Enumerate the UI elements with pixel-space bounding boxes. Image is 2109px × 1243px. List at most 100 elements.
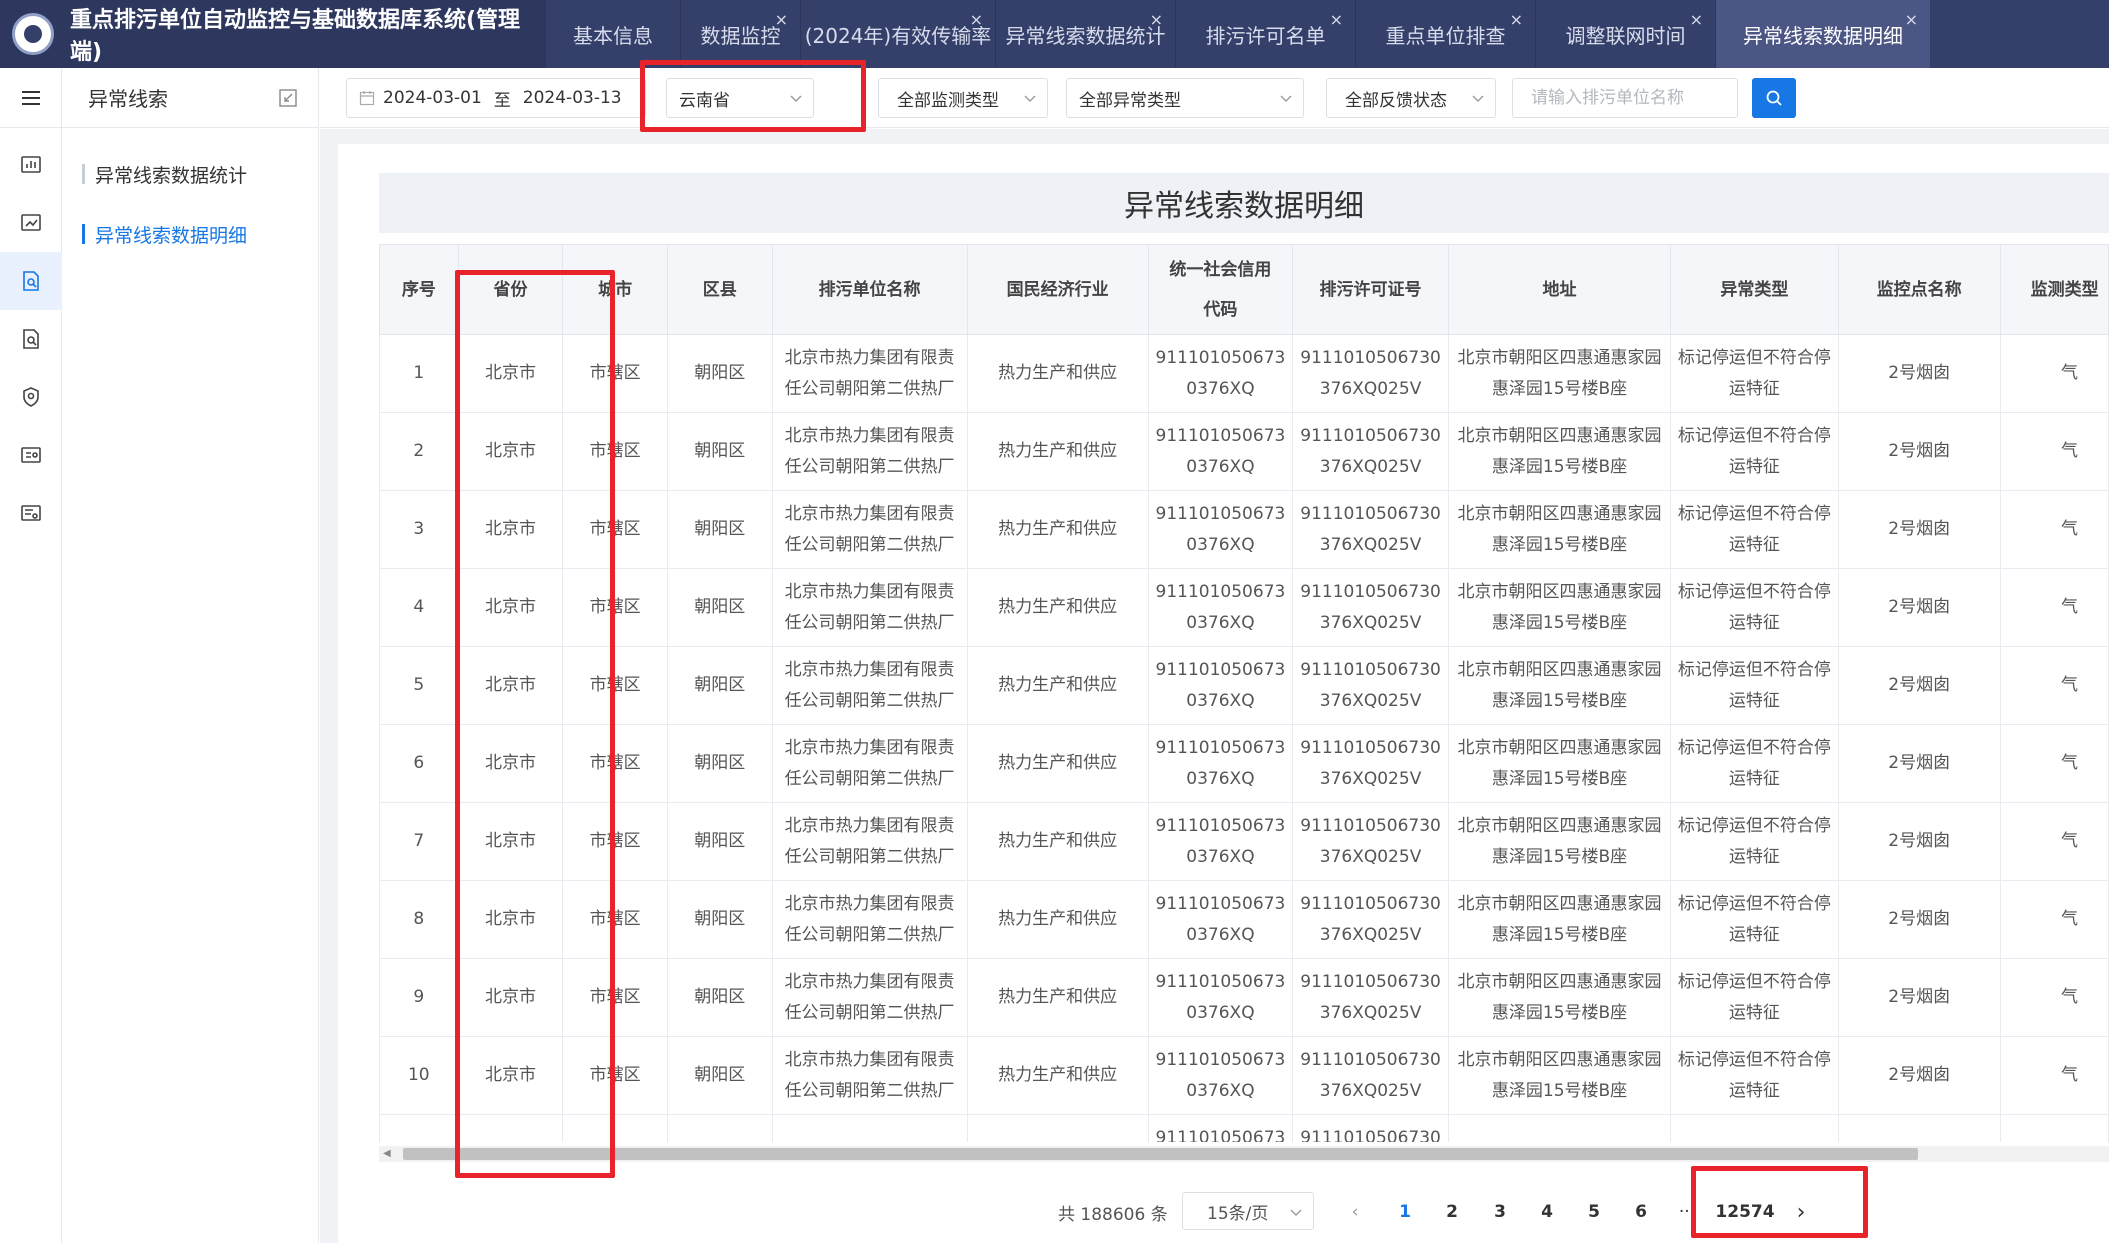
- cell-text: 北京市热力集团有限责任公司朝阳第二供热厂: [784, 893, 955, 945]
- page-size-select[interactable]: 15条/页: [1182, 1192, 1314, 1230]
- table-row[interactable]: 10 北京市 市辖区 朝阳区 北京市热力集团有限责任公司朝阳第二供热厂 热力生产和供应 91…: [379, 1036, 2109, 1115]
- column-header[interactable]: 排污单位名称: [771, 244, 968, 335]
- chevron-down-icon: [1472, 95, 1484, 102]
- table-cell: 朝阳区: [666, 880, 773, 959]
- unit-name-search-input[interactable]: [1512, 78, 1738, 118]
- close-icon[interactable]: ×: [1330, 10, 1343, 29]
- page-button[interactable]: 1: [1390, 1192, 1420, 1232]
- rail-item-dashboard[interactable]: [0, 136, 62, 194]
- tab-anomaly-detail[interactable]: 异常线索数据明细 ×: [1715, 0, 1930, 68]
- sidebar-item-anomaly-statistics[interactable]: 异常线索数据统计: [62, 148, 318, 200]
- cell-text: 热力生产和供应: [998, 519, 1118, 539]
- app-brand[interactable]: 重点排污单位自动监控与基础数据库系统(管理端): [0, 0, 545, 68]
- cell-text: 3: [413, 519, 425, 539]
- cell-text: 2号烟囱: [1888, 1065, 1951, 1085]
- cell-text: 2号烟囱: [1888, 597, 1951, 617]
- cell-text: 9111010506730376XQ: [1155, 425, 1286, 477]
- tab-adjust-network-time[interactable]: 调整联网时间 ×: [1535, 0, 1715, 68]
- feedback-status-select[interactable]: 全部反馈状态: [1326, 78, 1496, 118]
- page-button[interactable]: 5: [1579, 1192, 1609, 1232]
- cell-text: 标记停运但不符合停运特征: [1677, 1049, 1831, 1101]
- cell-text: 气: [2061, 675, 2078, 695]
- cell-text: 热力生产和供应: [998, 909, 1118, 929]
- cell-text: 热力生产和供应: [998, 987, 1118, 1007]
- table-row[interactable]: 5 北京市 市辖区 朝阳区 北京市热力集团有限责任公司朝阳第二供热厂 热力生产和供应 911…: [379, 646, 2109, 725]
- date-separator: 至: [493, 90, 511, 111]
- table-cell: [966, 1114, 1149, 1142]
- rail-item-anomaly[interactable]: [0, 252, 62, 310]
- rail-item-settings[interactable]: [0, 484, 62, 542]
- cell-text: 热力生产和供应: [998, 441, 1118, 461]
- table-cell: 朝阳区: [666, 802, 773, 881]
- table-row[interactable]: 1 北京市 市辖区 朝阳区 北京市热力集团有限责任公司朝阳第二供热厂 热力生产和供应 911…: [379, 334, 2109, 413]
- anomaly-type-value: 全部异常类型: [1079, 90, 1181, 111]
- detail-table: 序号 省份 城市 区县 排污单位名称 国民经济行业 统一社会信用代码 排污许可证…: [379, 244, 2109, 1142]
- table-cell: 北京市朝阳区四惠通惠家园惠泽园15号楼B座: [1448, 724, 1672, 803]
- column-header[interactable]: 国民经济行业: [966, 244, 1149, 335]
- close-icon[interactable]: ×: [1150, 10, 1163, 29]
- tab-data-monitor[interactable]: 数据监控 ×: [680, 0, 800, 68]
- close-icon[interactable]: ×: [1690, 10, 1703, 29]
- cell-text: 标记停运但不符合停运特征: [1677, 737, 1831, 789]
- table-row[interactable]: 3 北京市 市辖区 朝阳区 北京市热力集团有限责任公司朝阳第二供热厂 热力生产和供应 911…: [379, 490, 2109, 569]
- anomaly-type-select[interactable]: 全部异常类型: [1066, 78, 1304, 118]
- table-row[interactable]: 北京市热力集团有限 9111010506730376XQ 9111010506730…: [379, 1114, 2109, 1142]
- close-icon[interactable]: ×: [1905, 10, 1918, 29]
- collapse-sidebar-icon[interactable]: [278, 88, 298, 108]
- cell-text: 气: [2061, 753, 2078, 773]
- table-cell: 标记停运但不符合停运特征: [1670, 958, 1839, 1037]
- column-header[interactable]: 地址: [1448, 244, 1672, 335]
- close-icon[interactable]: ×: [970, 10, 983, 29]
- detail-table-container[interactable]: 序号 省份 城市 区县 排污单位名称 国民经济行业 统一社会信用代码 排污许可证…: [379, 244, 2109, 1142]
- date-range-picker[interactable]: 2024-03-01 至 2024-03-13: [346, 78, 646, 118]
- monitor-type-select[interactable]: 全部监测类型: [878, 78, 1048, 118]
- table-cell: 9111010506730376XQ: [1147, 568, 1294, 647]
- search-button[interactable]: [1752, 78, 1796, 118]
- menu-toggle-button[interactable]: [0, 68, 62, 128]
- cell-text: 7: [413, 831, 425, 851]
- prev-page-button[interactable]: ‹: [1340, 1192, 1370, 1232]
- page-button[interactable]: 2: [1437, 1192, 1467, 1232]
- column-header[interactable]: 区县: [666, 244, 773, 335]
- close-icon[interactable]: ×: [775, 10, 788, 29]
- cell-text: 热力生产和供应: [998, 363, 1118, 383]
- cell-text: 9111010506730376XQ: [1155, 1049, 1286, 1101]
- scroll-left-icon[interactable]: ◀: [383, 1148, 391, 1159]
- tab-transfer-rate[interactable]: (2024年)有效传输率 ×: [800, 0, 995, 68]
- table-cell: 热力生产和供应: [966, 958, 1149, 1037]
- column-header[interactable]: 统一社会信用代码: [1147, 244, 1294, 335]
- tab-anomaly-statistics[interactable]: 异常线索数据统计 ×: [995, 0, 1175, 68]
- tab-basic-info[interactable]: 基本信息: [545, 0, 680, 68]
- cell-text: 标记停运但不符合停运特征: [1677, 347, 1831, 399]
- column-header[interactable]: 监测类型: [1999, 244, 2109, 335]
- table-cell: [666, 1114, 773, 1142]
- tab-permit-list[interactable]: 排污许可名单 ×: [1175, 0, 1355, 68]
- column-header[interactable]: 异常类型: [1670, 244, 1839, 335]
- column-header[interactable]: 排污许可证号: [1292, 244, 1450, 335]
- table-cell: 2号烟囱: [1837, 958, 2001, 1037]
- rail-item-check[interactable]: [0, 310, 62, 368]
- table-row[interactable]: 7 北京市 市辖区 朝阳区 北京市热力集团有限责任公司朝阳第二供热厂 热力生产和供应 911…: [379, 802, 2109, 881]
- page-button[interactable]: 6: [1626, 1192, 1656, 1232]
- sidebar-item-anomaly-detail[interactable]: 异常线索数据明细: [62, 208, 318, 260]
- rail-item-records[interactable]: [0, 426, 62, 484]
- tab-key-unit-check[interactable]: 重点单位排查 ×: [1355, 0, 1535, 68]
- table-cell: 9111010506730376XQ025V: [1292, 490, 1450, 569]
- table-row[interactable]: 2 北京市 市辖区 朝阳区 北京市热力集团有限责任公司朝阳第二供热厂 热力生产和供应 911…: [379, 412, 2109, 491]
- table-row[interactable]: 6 北京市 市辖区 朝阳区 北京市热力集团有限责任公司朝阳第二供热厂 热力生产和供应 911…: [379, 724, 2109, 803]
- column-header[interactable]: 监控点名称: [1837, 244, 2001, 335]
- table-row[interactable]: 4 北京市 市辖区 朝阳区 北京市热力集团有限责任公司朝阳第二供热厂 热力生产和供应 911…: [379, 568, 2109, 647]
- table-cell: 标记停运但不符合停运特征: [1670, 490, 1839, 569]
- column-header[interactable]: 序号: [379, 244, 459, 335]
- cell-text: 9: [413, 987, 425, 1007]
- rail-item-monitor[interactable]: [0, 194, 62, 252]
- table-row[interactable]: 9 北京市 市辖区 朝阳区 北京市热力集团有限责任公司朝阳第二供热厂 热力生产和供应 911…: [379, 958, 2109, 1037]
- horizontal-scrollbar[interactable]: ◀: [379, 1146, 2109, 1162]
- page-button[interactable]: 3: [1485, 1192, 1515, 1232]
- table-row[interactable]: 8 北京市 市辖区 朝阳区 北京市热力集团有限责任公司朝阳第二供热厂 热力生产和供应 911…: [379, 880, 2109, 959]
- scrollbar-thumb[interactable]: [403, 1148, 1918, 1160]
- cell-text: 北京市朝阳区四惠通惠家园惠泽园15号楼B座: [1457, 503, 1662, 555]
- page-button[interactable]: 4: [1532, 1192, 1562, 1232]
- rail-item-inspect[interactable]: [0, 368, 62, 426]
- close-icon[interactable]: ×: [1510, 10, 1523, 29]
